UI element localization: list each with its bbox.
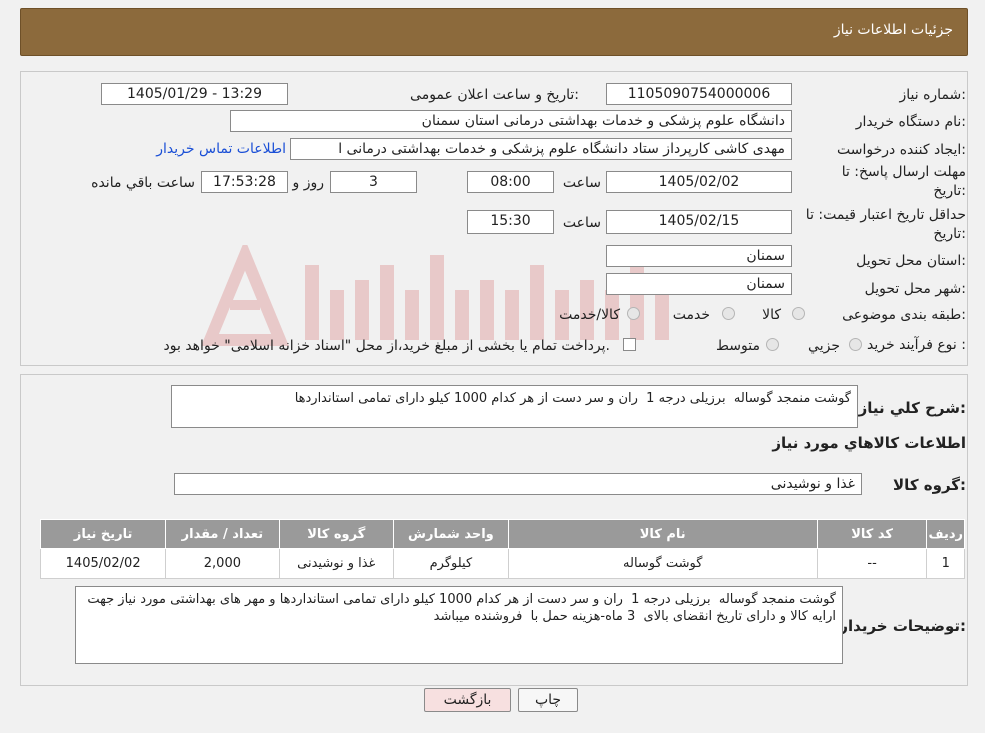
process-medium-radio[interactable] [766,338,779,351]
category-goods-service-label: کالا/خدمت [559,307,620,323]
deadline-time-field: 08:00 [467,171,554,193]
goods-info-heading: اطلاعات كالاهاي مورد نياز [772,434,966,452]
deadline-days-field: 3 [330,171,417,193]
deadline-label-line1: مهلت ارسال پاسخ: تا [841,164,966,180]
category-goods-radio[interactable] [792,307,805,320]
validity-label-line1: حداقل تاریخ اعتبار قیمت: تا [805,207,966,223]
process-medium-label: متوسط [716,338,760,354]
cell-date: 1405/02/02 [39,548,167,579]
category-goods-label: کالا [762,307,781,323]
buyer-org-label: نام دستگاه خریدار: [855,114,966,130]
category-label: طبقه بندی موضوعی: [842,307,966,323]
buyer-contact-link[interactable]: اطلاعات تماس خریدار [156,141,286,157]
deadline-date-field: 1405/02/02 [606,171,792,193]
process-type-label: نوع فرآیند خرید : [867,337,966,353]
page-title-bar: جزئیات اطلاعات نیاز [20,8,968,56]
category-service-label: خدمت [672,307,710,323]
province-label: استان محل تحویل: [856,253,966,269]
deadline-label-line2: تاریخ: [933,183,966,199]
validity-time-field: 15:30 [467,210,554,234]
buyer-notes-label: توضیحات خریدار: [839,617,966,635]
col-group: گروه کالا [278,519,395,549]
validity-label-line2: تاریخ: [933,226,966,242]
col-name: نام کالا [507,519,818,549]
treasury-payment-checkbox[interactable] [623,338,636,351]
city-field: سمنان [606,273,792,295]
page-title: جزئیات اطلاعات نیاز [833,22,953,38]
treasury-payment-label: پرداخت تمام یا بخشی از مبلغ خرید،از محل … [163,338,610,354]
category-service-radio[interactable] [722,307,735,320]
cell-row: 1 [926,548,965,579]
general-desc-textarea[interactable]: گوشت منمجد گوساله برزیلی درجه 1 ران و سر… [171,385,858,428]
goods-group-label: گروه کالا: [893,476,966,494]
buyer-org-field: دانشگاه علوم پزشکی و خدمات بهداشتی درمان… [230,110,792,132]
goods-table-header: ردیف کد کالا نام کالا واحد شمارش گروه کا… [39,519,965,549]
table-row: 1 -- گوشت گوساله کیلوگرم غذا و نوشیدنی 2… [39,548,965,579]
deadline-remaining-field: 17:53:28 [201,171,288,193]
remaining-label: ساعت باقي مانده [91,175,195,191]
announce-datetime-field: 1405/01/29 - 13:29 [101,83,288,105]
cell-qty: 2,000 [165,548,280,579]
cell-group: غذا و نوشیدنی [278,548,395,579]
deadline-time-label: ساعت [562,175,601,191]
cell-unit: کیلوگرم [393,548,509,579]
day-and-label: روز و [292,175,325,191]
col-qty: تعداد / مقدار [165,519,280,549]
process-partial-radio[interactable] [849,338,862,351]
cell-code: -- [816,548,928,579]
col-date: تاریخ نیاز [39,519,167,549]
category-goods-service-radio[interactable] [627,307,640,320]
validity-date-field: 1405/02/15 [606,210,792,234]
validity-time-label: ساعت [562,215,601,231]
col-code: کد کالا [816,519,928,549]
col-row: ردیف [926,519,965,549]
col-unit: واحد شمارش [393,519,509,549]
requester-label: ایجاد کننده درخواست: [837,142,966,158]
need-number-field: 1105090754000006 [606,83,792,105]
buyer-notes-textarea[interactable]: گوشت منمجد گوساله برزیلی درجه 1 ران و سر… [75,586,843,664]
city-label: شهر محل تحویل: [864,281,966,297]
cell-name: گوشت گوساله [507,548,818,579]
province-field: سمنان [606,245,792,267]
general-desc-label: شرح کلي نياز: [858,399,966,417]
need-number-label: شماره نیاز: [899,87,966,103]
back-button[interactable]: بازگشت [424,688,511,712]
goods-group-field: غذا و نوشیدنی [174,473,862,495]
print-button[interactable]: چاپ [518,688,578,712]
announce-datetime-label: تاریخ و ساعت اعلان عمومی: [410,87,579,103]
goods-table: ردیف کد کالا نام کالا واحد شمارش گروه کا… [39,519,965,579]
requester-field: مهدی کاشی کارپرداز ستاد دانشگاه علوم پزش… [290,138,792,160]
process-partial-label: جزیي [808,338,840,354]
